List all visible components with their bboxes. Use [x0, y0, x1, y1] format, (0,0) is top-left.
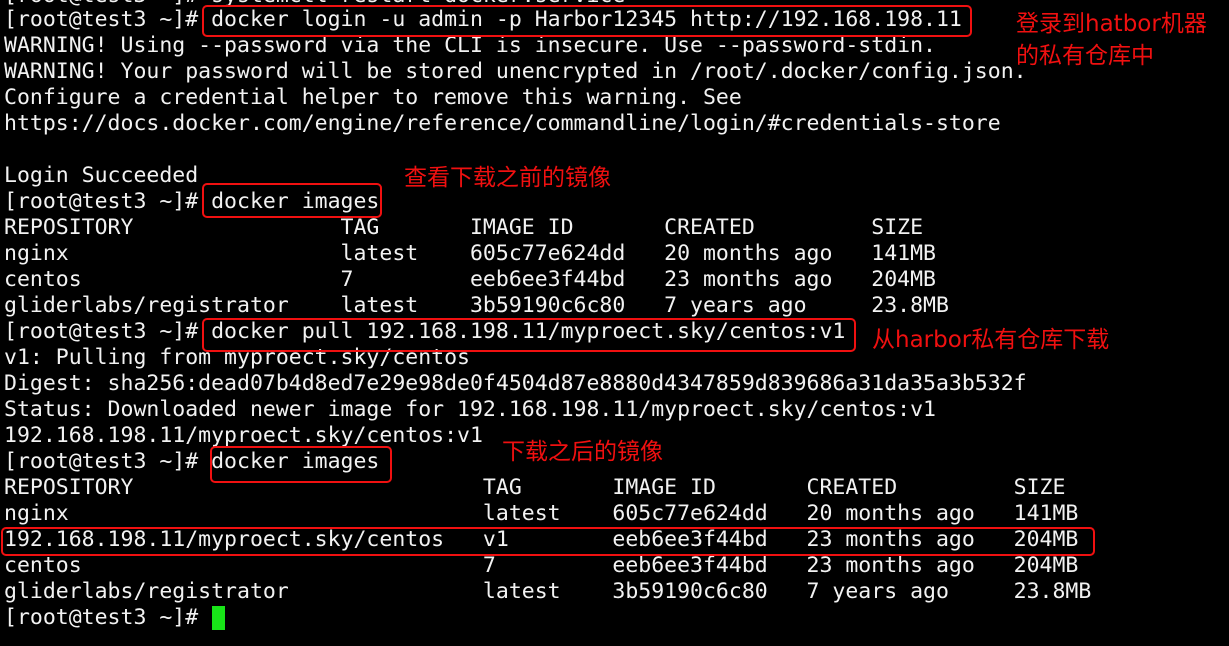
terminal-line-8: [root@test3 ~]# docker images [4, 189, 380, 214]
terminal-line-9: REPOSITORY TAG IMAGE ID CREATED SIZE [4, 215, 924, 240]
terminal-line-24: [root@test3 ~]# [4, 605, 212, 630]
terminal-line-4: Configure a credential helper to remove … [4, 85, 742, 110]
terminal-line-20: nginx latest 605c77e624dd 20 months ago … [4, 501, 1079, 526]
terminal-line-13: [root@test3 ~]# docker pull 192.168.198.… [4, 319, 846, 344]
terminal-line-23: gliderlabs/registrator latest 3b59190c6c… [4, 579, 1092, 604]
terminal-line-18: [root@test3 ~]# docker images [4, 449, 380, 474]
terminal-line-19: REPOSITORY TAG IMAGE ID CREATED SIZE [4, 475, 1066, 500]
note-login-line1: 登录到hatbor机器 [1016, 11, 1207, 37]
terminal-line-10: nginx latest 605c77e624dd 20 months ago … [4, 241, 936, 266]
note-images-before: 查看下载之前的镜像 [404, 165, 611, 191]
terminal-line-15: Digest: sha256:dead07b4d8ed7e29e98de0f45… [4, 371, 1027, 396]
terminal-line-12: gliderlabs/registrator latest 3b59190c6c… [4, 293, 949, 318]
note-pull: 从harbor私有仓库下载 [872, 327, 1110, 353]
terminal-line-3: WARNING! Your password will be stored un… [4, 59, 1027, 84]
terminal-line-5: https://docs.docker.com/engine/reference… [4, 111, 1001, 136]
terminal-line-17: 192.168.198.11/myproect.sky/centos:v1 [4, 423, 483, 448]
terminal-line-11: centos 7 eeb6ee3f44bd 23 months ago 204M… [4, 267, 936, 292]
terminal-cursor [212, 606, 225, 630]
terminal-line-14: v1: Pulling from myproect.sky/centos [4, 345, 470, 370]
terminal-window[interactable]: [root@test3 ~]# systemctl restart docker… [0, 0, 1229, 646]
note-login-line2: 的私有仓库中 [1016, 43, 1154, 69]
terminal-line-22: centos 7 eeb6ee3f44bd 23 months ago 204M… [4, 553, 1079, 578]
terminal-line-1: [root@test3 ~]# docker login -u admin -p… [4, 7, 962, 32]
note-images-after: 下载之后的镜像 [502, 439, 663, 465]
terminal-line-2: WARNING! Using --password via the CLI is… [4, 33, 936, 58]
terminal-line-21: 192.168.198.11/myproect.sky/centos v1 ee… [4, 527, 1079, 552]
terminal-line-16: Status: Downloaded newer image for 192.1… [4, 397, 936, 422]
terminal-line-7: Login Succeeded [4, 163, 199, 188]
